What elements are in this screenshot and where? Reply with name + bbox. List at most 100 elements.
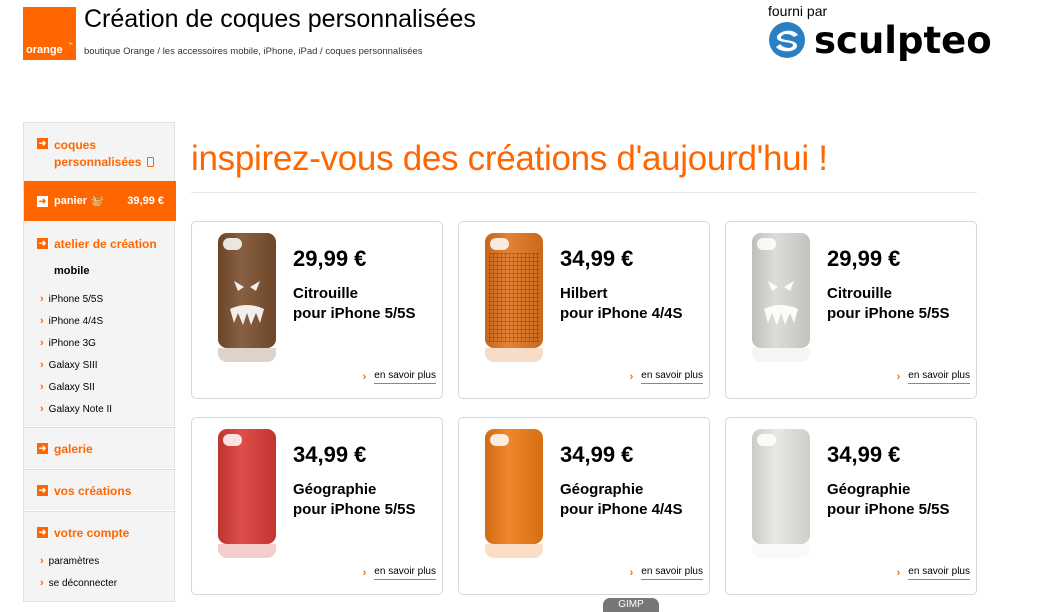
product-title: Citrouille bbox=[827, 285, 893, 302]
product-price: 34,99 € bbox=[560, 246, 634, 271]
headline: inspirez-vous des créations d'aujourd'hu… bbox=[191, 139, 828, 178]
product-name: Géographie pour iPhone 5/5S bbox=[293, 480, 416, 520]
product-card[interactable]: 29,99 € Citrouille pour iPhone 5/5S › en sav… bbox=[725, 221, 977, 399]
product-name: Géographie pour iPhone 5/5S bbox=[827, 480, 950, 520]
product-title: Hilbert bbox=[560, 285, 608, 302]
phone-case-image[interactable] bbox=[485, 429, 543, 544]
learn-more-label: en savoir plus bbox=[908, 370, 970, 384]
sidebar-item-label: atelier de création bbox=[54, 237, 157, 251]
sidebar-item-label: personnalisées bbox=[54, 155, 142, 169]
product-card[interactable]: 34,99 € Géographie pour iPhone 5/5S › en sav… bbox=[725, 417, 977, 595]
product-device: pour iPhone 5/5S bbox=[293, 305, 416, 322]
chevron-right-icon: › bbox=[362, 371, 367, 383]
sidebar-account-link[interactable]: › se déconnecter bbox=[40, 577, 117, 589]
chevron-right-icon: › bbox=[40, 337, 44, 349]
sidebar-item-label: galerie bbox=[54, 442, 93, 456]
chevron-right-icon: › bbox=[896, 567, 901, 579]
chevron-right-icon: › bbox=[629, 371, 634, 383]
product-device: pour iPhone 5/5S bbox=[827, 501, 950, 518]
cart-total: 39,99 € bbox=[127, 195, 164, 207]
learn-more-label: en savoir plus bbox=[641, 566, 703, 580]
gimp-taskbar-tab[interactable]: GIMP bbox=[603, 598, 659, 612]
product-name: Citrouille pour iPhone 5/5S bbox=[293, 284, 416, 324]
device-label: iPhone 3G bbox=[48, 337, 96, 349]
sculpteo-wordmark: sculpteo bbox=[814, 18, 992, 62]
product-price: 29,99 € bbox=[293, 246, 367, 271]
chevron-right-icon: › bbox=[40, 359, 44, 371]
arrow-right-icon: ➜ bbox=[37, 443, 48, 454]
sidebar-cart[interactable]: ➜ panier 🧺 39,99 € bbox=[24, 181, 176, 221]
device-label: Galaxy SIII bbox=[48, 359, 98, 371]
product-device: pour iPhone 5/5S bbox=[293, 501, 416, 518]
sidebar-account-link[interactable]: › paramètres bbox=[40, 555, 99, 567]
case-reflection bbox=[218, 348, 276, 362]
product-card[interactable]: 34,99 € Hilbert pour iPhone 4/4S › en savoir… bbox=[458, 221, 710, 399]
product-name: Géographie pour iPhone 4/4S bbox=[560, 480, 683, 520]
sidebar-item-creations[interactable]: ➜ vos créations bbox=[24, 484, 131, 498]
page-title: Création de coques personnalisées bbox=[84, 5, 476, 33]
sidebar-device-link[interactable]: › Galaxy SII bbox=[40, 381, 95, 393]
camera-cutout bbox=[757, 434, 776, 446]
learn-more-link[interactable]: › en savoir plus bbox=[897, 566, 970, 580]
sidebar-section-mobile: mobile bbox=[54, 265, 90, 277]
product-price: 34,99 € bbox=[293, 442, 367, 467]
sidebar-device-link[interactable]: › iPhone 4/4S bbox=[40, 315, 103, 327]
sidebar-item-label: vos créations bbox=[54, 484, 132, 498]
product-card[interactable]: 29,99 € Citrouille pour iPhone 5/5S › en sav… bbox=[191, 221, 443, 399]
learn-more-label: en savoir plus bbox=[641, 370, 703, 384]
arrow-right-icon: ➜ bbox=[37, 195, 48, 207]
orange-logo[interactable]: orange ™ bbox=[23, 7, 76, 60]
product-name: Hilbert pour iPhone 4/4S bbox=[560, 284, 683, 324]
learn-more-link[interactable]: › en savoir plus bbox=[630, 566, 703, 580]
product-card[interactable]: 34,99 € Géographie pour iPhone 4/4S › en sav… bbox=[458, 417, 710, 595]
breadcrumb: boutique Orange / les accessoires mobile… bbox=[84, 46, 423, 57]
product-price: 34,99 € bbox=[827, 442, 901, 467]
phone-case-image[interactable] bbox=[218, 233, 276, 348]
arrow-right-icon: ➜ bbox=[37, 527, 48, 538]
product-device: pour iPhone 5/5S bbox=[827, 305, 950, 322]
phone-case-image[interactable] bbox=[752, 429, 810, 544]
logo-text: orange bbox=[26, 44, 63, 56]
chevron-right-icon: › bbox=[896, 371, 901, 383]
arrow-right-icon: ➜ bbox=[37, 238, 48, 249]
sidebar-item-galerie[interactable]: ➜ galerie bbox=[24, 442, 93, 456]
learn-more-link[interactable]: › en savoir plus bbox=[897, 370, 970, 384]
product-title: Citrouille bbox=[293, 285, 359, 302]
sidebar-divider bbox=[24, 510, 176, 512]
camera-cutout bbox=[490, 434, 509, 446]
product-price: 29,99 € bbox=[827, 246, 901, 271]
camera-cutout bbox=[490, 238, 509, 250]
learn-more-link[interactable]: › en savoir plus bbox=[363, 566, 436, 580]
learn-more-link[interactable]: › en savoir plus bbox=[630, 370, 703, 384]
sidebar-item-atelier[interactable]: ➜ atelier de création bbox=[24, 237, 157, 251]
device-label: Galaxy Note II bbox=[48, 403, 113, 415]
product-device: pour iPhone 4/4S bbox=[560, 305, 683, 322]
product-name: Citrouille pour iPhone 5/5S bbox=[827, 284, 950, 324]
sidebar-device-link[interactable]: › Galaxy SIII bbox=[40, 359, 98, 371]
sidebar-device-link[interactable]: › Galaxy Note II bbox=[40, 403, 112, 415]
sidebar-item-coques[interactable]: ➜ coques personnalisées bbox=[24, 137, 155, 171]
phone-case-image[interactable] bbox=[218, 429, 276, 544]
chevron-right-icon: › bbox=[40, 293, 44, 305]
case-reflection bbox=[485, 544, 543, 558]
sculpteo-s-icon bbox=[769, 22, 805, 58]
product-price: 34,99 € bbox=[560, 442, 634, 467]
product-card[interactable]: 34,99 € Géographie pour iPhone 5/5S › en sav… bbox=[191, 417, 443, 595]
sidebar-divider bbox=[24, 426, 176, 428]
phone-case-image[interactable] bbox=[485, 233, 543, 348]
cart-label: panier bbox=[54, 195, 88, 207]
learn-more-link[interactable]: › en savoir plus bbox=[363, 370, 436, 384]
sculpteo-logo[interactable]: sculpteo bbox=[768, 18, 992, 62]
headline-divider bbox=[191, 192, 977, 193]
phone-case-image[interactable] bbox=[752, 233, 810, 348]
chevron-right-icon: › bbox=[629, 567, 634, 579]
sidebar-item-compte[interactable]: ➜ votre compte bbox=[24, 526, 129, 540]
device-label: iPhone 4/4S bbox=[48, 315, 104, 327]
sidebar-divider bbox=[24, 468, 176, 470]
sidebar-device-link[interactable]: › iPhone 5/5S bbox=[40, 293, 103, 305]
provider-label: fourni par bbox=[768, 3, 828, 19]
chevron-right-icon: › bbox=[40, 381, 44, 393]
sidebar-device-link[interactable]: › iPhone 3G bbox=[40, 337, 96, 349]
learn-more-label: en savoir plus bbox=[908, 566, 970, 580]
case-reflection bbox=[485, 348, 543, 362]
